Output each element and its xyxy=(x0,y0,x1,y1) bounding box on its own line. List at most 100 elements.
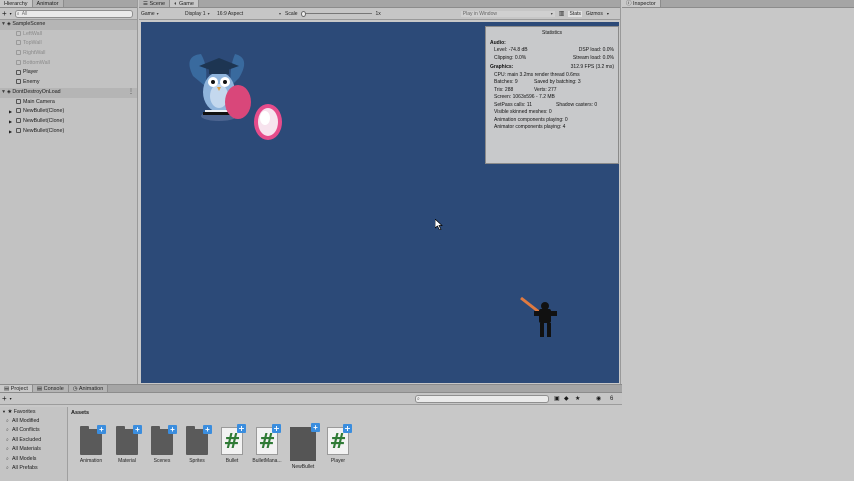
tab-hierarchy[interactable]: Hierarchy xyxy=(0,0,33,7)
tab-label: Project xyxy=(10,386,28,392)
star-icon: ★ xyxy=(7,409,13,415)
expand-arrow-icon[interactable]: ▼ xyxy=(0,88,7,98)
stats-row: Tris: 288 Verts: 277 xyxy=(490,87,614,95)
expand-arrow-icon[interactable]: ▶ xyxy=(9,117,12,127)
hierarchy-scene-row[interactable]: ▼◈ SampleScene xyxy=(0,20,137,30)
hierarchy-search-input[interactable]: ⌕ All xyxy=(14,9,133,18)
play-mode-dropdown[interactable]: Play in Window ▾ xyxy=(460,10,555,17)
asset-tile[interactable]: + Material xyxy=(109,425,145,464)
gizmos-button[interactable]: Gizmos xyxy=(586,11,603,17)
game-panel: ☰ Scene ◐ Game Game ▾ Display 1 ▾ 16:9 Asp… xyxy=(139,0,621,384)
search-placeholder: All xyxy=(21,10,28,17)
asset-tile[interactable]: + Sprites xyxy=(179,425,215,464)
hierarchy-item[interactable]: LeftWall xyxy=(0,30,137,40)
asset-label: NewBullet xyxy=(291,464,315,470)
asset-tile[interactable]: + NewBullet xyxy=(285,423,321,470)
scale-slider[interactable] xyxy=(300,10,372,17)
mute-audio-icon[interactable]: ▥ xyxy=(559,10,565,17)
chevron-down-icon: ▾ xyxy=(550,11,553,16)
search-icon: ⌕ xyxy=(16,10,20,17)
aspect-dropdown[interactable]: 16:9 Aspect ▾ xyxy=(217,11,281,17)
favorites-panel: ▼ ★ Favorites ⌕ All Modified ⌕ All Conflic… xyxy=(0,407,68,481)
hierarchy-item[interactable]: Main Camera xyxy=(0,98,137,108)
search-icon: ⌕ xyxy=(6,465,9,471)
breadcrumb[interactable]: Assets xyxy=(71,410,89,416)
hierarchy-item[interactable]: ▶ NewBullet(Clone) xyxy=(0,127,137,137)
gameobject-icon xyxy=(16,127,21,133)
star-icon[interactable]: ★ xyxy=(575,395,580,402)
search-icon: ⌕ xyxy=(6,427,9,433)
game-mode-dropdown[interactable]: Game ▾ xyxy=(141,11,181,17)
stats-button[interactable]: Stats xyxy=(568,10,582,17)
enemy-ball xyxy=(225,85,251,119)
tab-animator[interactable]: Animator xyxy=(32,0,64,7)
favorite-item[interactable]: ⌕ All Materials xyxy=(0,445,67,455)
kebab-menu-icon[interactable]: ⋮ xyxy=(128,88,134,98)
hierarchy-tree: ▼◈ SampleScene LeftWall TopWall RightWal… xyxy=(0,20,137,136)
project-search-input[interactable]: ⌕ xyxy=(415,394,549,403)
chevron-down-icon: ▾ xyxy=(156,11,159,16)
hierarchy-item[interactable]: TopWall xyxy=(0,39,137,49)
asset-tile[interactable]: + Scenes xyxy=(144,425,180,464)
hierarchy-item[interactable]: ▶ NewBullet(Clone) xyxy=(0,117,137,127)
tab-scene[interactable]: ☰ Scene xyxy=(139,0,171,7)
visibility-icon[interactable]: ◉ xyxy=(596,395,601,402)
expand-arrow-icon[interactable]: ▼ xyxy=(0,20,7,30)
item-label: Enemy xyxy=(23,79,40,86)
hierarchy-item[interactable]: Enemy xyxy=(0,78,137,88)
filter-type-icon[interactable]: ▣ xyxy=(554,395,560,402)
filter-label-icon[interactable]: ◆ xyxy=(564,395,569,402)
stat-tris: Tris: 288 xyxy=(494,86,514,93)
stat-stream: Stream load: 0.0% xyxy=(572,54,614,61)
asset-tile[interactable]: # + Bullet xyxy=(214,424,250,464)
slider-thumb[interactable] xyxy=(300,10,306,17)
stat-saved: Saved by batching: 3 xyxy=(534,79,581,85)
player-sprite xyxy=(520,296,557,337)
tab-animation[interactable]: ◷ Animation xyxy=(68,385,109,392)
asset-tile[interactable]: + Animation xyxy=(73,425,109,464)
tab-inspector[interactable]: ⓘ Inspector xyxy=(622,0,661,7)
tab-console[interactable]: ▤ Console xyxy=(32,385,69,392)
asset-label: Animation xyxy=(79,458,103,464)
scene-label: DontDestroyOnLoad xyxy=(12,88,61,95)
hierarchy-item[interactable]: RightWall xyxy=(0,49,137,59)
expand-arrow-icon[interactable]: ▶ xyxy=(9,127,12,137)
hierarchy-scene-row[interactable]: ▼◈ DontDestroyOnLoad ⋮ xyxy=(0,87,137,98)
favorite-item[interactable]: ⌕ All Conflicts xyxy=(0,426,67,436)
chevron-down-icon[interactable]: ▾ xyxy=(607,11,609,16)
expand-arrow-icon[interactable]: ▶ xyxy=(9,107,12,117)
item-label: LeftWall xyxy=(23,30,42,37)
game-viewport[interactable]: Statistics Audio: Level: -74.8 dB DSP loa… xyxy=(141,22,619,383)
folder-icon: + xyxy=(186,425,212,455)
stats-row: Batches: 9 Saved by batching: 3 xyxy=(490,79,614,87)
tab-game[interactable]: ◐ Game xyxy=(170,0,199,7)
gameobject-icon xyxy=(16,108,21,114)
hierarchy-item[interactable]: BottomWall xyxy=(0,59,137,69)
add-button[interactable]: + xyxy=(2,9,7,18)
favorite-item[interactable]: ⌕ All Models xyxy=(0,455,67,465)
favorites-header[interactable]: ▼ ★ Favorites xyxy=(0,407,67,417)
stat-level: Level: -74.8 dB xyxy=(494,47,528,53)
item-label: TopWall xyxy=(23,40,42,47)
mouse-cursor-icon xyxy=(435,219,443,230)
stat-shadow: Shadow casters: 0 xyxy=(556,101,598,108)
favorite-item[interactable]: ⌕ All Prefabs xyxy=(0,464,67,474)
bullet-sprite xyxy=(254,104,282,140)
hierarchy-item[interactable]: Player xyxy=(0,68,137,78)
favorite-item[interactable]: ⌕ All Excluded xyxy=(0,436,67,446)
folder-icon: + xyxy=(80,425,106,455)
chevron-down-icon[interactable]: ▾ xyxy=(10,11,12,16)
tab-project[interactable]: ▤ Project xyxy=(0,385,33,392)
display-dropdown[interactable]: Display 1 ▾ xyxy=(185,11,213,17)
hierarchy-item[interactable]: ▶ NewBullet(Clone) xyxy=(0,107,137,117)
favorite-item[interactable]: ⌕ All Modified xyxy=(0,417,67,427)
chevron-down-icon[interactable]: ▾ xyxy=(10,396,12,401)
add-button[interactable]: + xyxy=(2,394,7,403)
folder-tab-icon: ▤ xyxy=(4,386,11,392)
asset-tile[interactable]: # + Player xyxy=(320,424,356,464)
statistics-overlay: Statistics Audio: Level: -74.8 dB DSP loa… xyxy=(485,26,619,164)
expand-arrow-icon[interactable]: ▼ xyxy=(2,409,6,414)
asset-tile[interactable]: # + BulletMana... xyxy=(249,424,285,464)
favorite-label: All Prefabs xyxy=(12,465,38,471)
stats-row: Graphics: 312.9 FPS (3.2 ms) xyxy=(490,64,614,72)
